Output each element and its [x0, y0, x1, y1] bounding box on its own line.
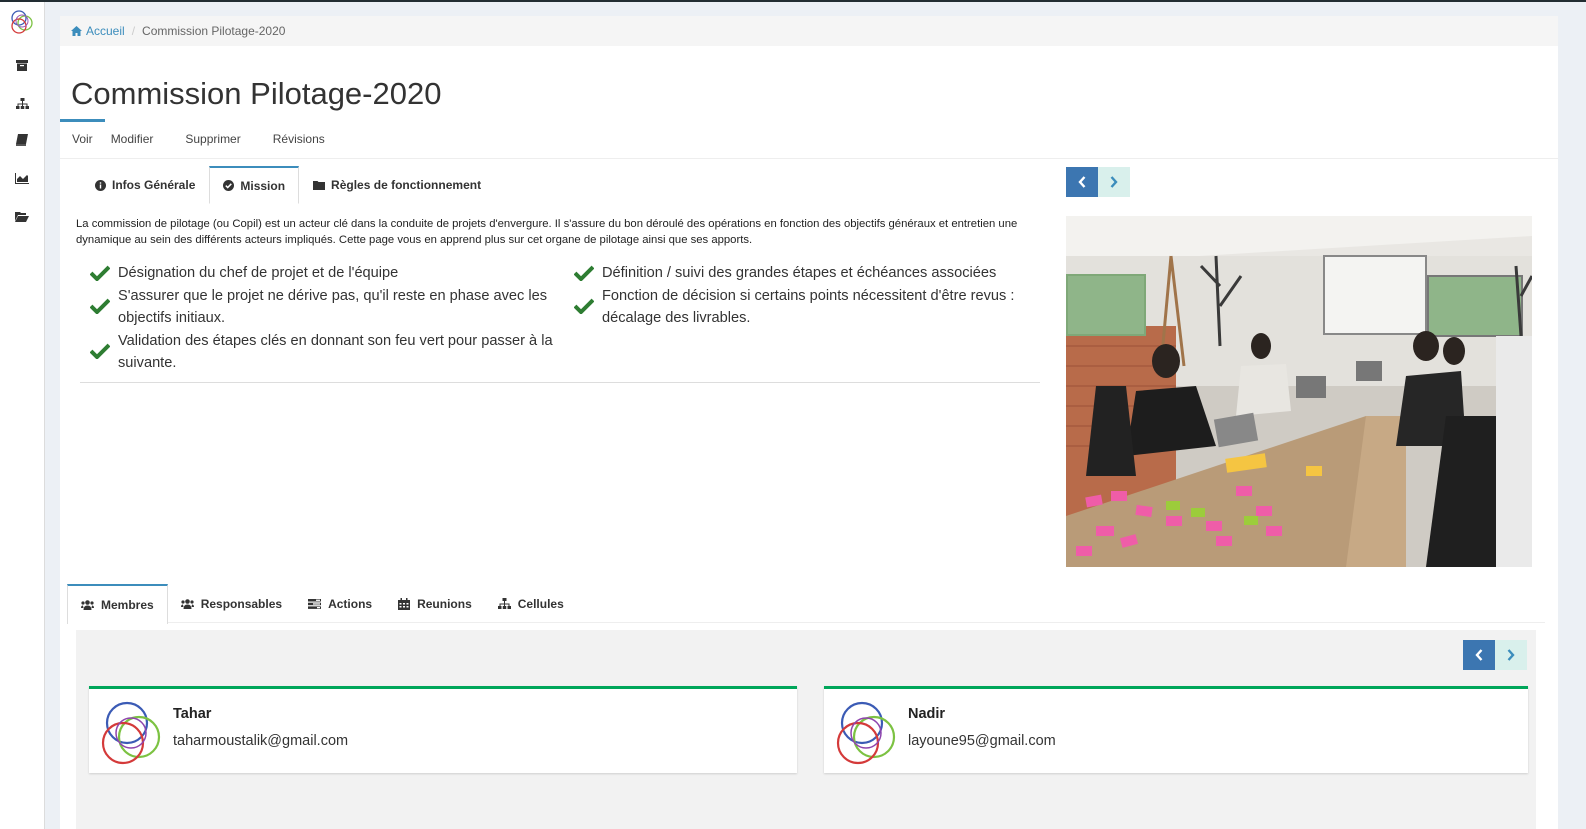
tab-infos-generale[interactable]: Infos Générale — [81, 166, 209, 204]
members-prev-button[interactable] — [1463, 640, 1495, 670]
users-icon — [81, 600, 94, 610]
tab-cellules[interactable]: Cellules — [485, 584, 577, 623]
member-card[interactable]: Tahar taharmoustalik@gmail.com — [89, 686, 797, 773]
tab-actions-label: Actions — [328, 596, 373, 611]
members-panel: Tahar taharmoustalik@gmail.com Nadir lay… — [76, 630, 1536, 829]
content-wrapper: Accueil / Commission Pilotage-2020 Commi… — [45, 2, 1586, 829]
breadcrumb: Accueil / Commission Pilotage-2020 — [60, 16, 1558, 46]
chevron-left-icon — [1475, 649, 1483, 661]
tab-mission[interactable]: Mission — [209, 166, 300, 204]
members-next-button[interactable] — [1495, 640, 1527, 670]
tab-regles-fonctionnement[interactable]: Règles de fonctionnement — [299, 166, 495, 204]
tab-responsables-label: Responsables — [200, 596, 283, 611]
avatar — [101, 701, 161, 765]
tab-voir[interactable]: Voir — [60, 119, 105, 159]
mission-item: Désignation du chef de projet et de l'éq… — [90, 262, 560, 285]
check-icon — [90, 262, 118, 281]
breadcrumb-separator: / — [131, 24, 136, 38]
tab-reunions[interactable]: Reunions — [385, 584, 485, 623]
info-circle-icon — [95, 179, 106, 191]
mission-item: Fonction de décision si certains points … — [574, 285, 1044, 330]
tab-cellules-label: Cellules — [517, 596, 564, 611]
mission-item: S'assurer que le projet ne dérive pas, q… — [90, 285, 560, 330]
check-icon — [574, 262, 602, 281]
tab-revisions[interactable]: Révisions — [257, 119, 339, 159]
tab-modifier[interactable]: Modifier — [105, 119, 170, 159]
page-title: Commission Pilotage-2020 — [71, 76, 442, 111]
mission-bullets: Désignation du chef de projet et de l'éq… — [80, 262, 1040, 383]
folder-open-icon[interactable] — [14, 209, 30, 223]
check-icon — [574, 285, 602, 314]
tab-supprimer[interactable]: Supprimer — [169, 119, 256, 159]
members-carousel-nav — [1463, 640, 1527, 670]
sitemap-icon — [497, 598, 511, 609]
member-card[interactable]: Nadir layoune95@gmail.com — [824, 686, 1528, 773]
photo-prev-button[interactable] — [1066, 167, 1098, 197]
photo-next-button[interactable] — [1098, 167, 1130, 197]
mission-item-text: Fonction de décision si certains points … — [602, 287, 1015, 327]
mission-item-text: Validation des étapes clés en donnant so… — [118, 332, 553, 372]
tab-membres[interactable]: Membres — [67, 584, 168, 624]
member-email: taharmoustalik@gmail.com — [173, 733, 349, 749]
mission-description: La commission de pilotage (ou Copil) est… — [76, 218, 1018, 246]
sitemap-icon[interactable] — [14, 96, 30, 110]
calendar-icon — [398, 597, 411, 610]
breadcrumb-home-label: Accueil — [86, 24, 125, 38]
breadcrumb-current: Commission Pilotage-2020 — [142, 24, 286, 38]
tab-responsables[interactable]: Responsables — [168, 584, 295, 623]
member-name: Nadir — [908, 706, 946, 722]
page-panel: Accueil / Commission Pilotage-2020 Commi… — [60, 16, 1558, 829]
folder-icon — [313, 181, 326, 190]
mission-bullets-left: Désignation du chef de projet et de l'éq… — [90, 262, 560, 375]
mission-item: Validation des étapes clés en donnant so… — [90, 330, 560, 375]
tab-reunions-label: Reunions — [417, 596, 472, 611]
sidebar — [0, 2, 45, 829]
mission-item-text: Désignation du chef de projet et de l'éq… — [118, 265, 399, 281]
tab-mission-label: Mission — [240, 178, 286, 193]
info-tabs: Infos Générale Mission Règles de fonctio… — [81, 166, 495, 204]
tab-membres-label: Membres — [101, 598, 154, 612]
tab-actions[interactable]: Actions — [295, 584, 385, 623]
bottom-tabs: Membres Responsables Actions Reunions Ce… — [67, 584, 1545, 624]
area-chart-icon[interactable] — [14, 171, 30, 185]
avatar — [836, 701, 896, 765]
mission-item-text: S'assurer que le projet ne dérive pas, q… — [118, 287, 548, 327]
chevron-right-icon — [1507, 649, 1515, 661]
primary-tabs: Voir Modifier Supprimer Révisions — [60, 119, 1558, 159]
tab-regles-label: Règles de fonctionnement — [331, 178, 482, 192]
tasks-icon — [308, 598, 322, 609]
archive-icon[interactable] — [14, 58, 30, 72]
breadcrumb-home-link[interactable]: Accueil — [71, 24, 125, 38]
mission-bullets-right: Définition / suivi des grandes étapes et… — [574, 262, 1044, 330]
mission-item: Définition / suivi des grandes étapes et… — [574, 262, 1044, 285]
check-icon — [90, 330, 118, 359]
member-name: Tahar — [173, 706, 212, 722]
chevron-left-icon — [1078, 176, 1086, 188]
meeting-photo — [1066, 216, 1532, 567]
app-logo[interactable] — [8, 8, 36, 36]
tab-infos-generale-label: Infos Générale — [112, 178, 196, 192]
book-icon[interactable] — [14, 133, 30, 147]
photo-carousel-nav — [1066, 167, 1130, 197]
member-email: layoune95@gmail.com — [908, 733, 1056, 749]
users-icon — [180, 598, 194, 609]
check-circle-icon — [223, 180, 235, 191]
home-icon — [71, 26, 82, 36]
check-icon — [90, 285, 118, 314]
mission-item-text: Définition / suivi des grandes étapes et… — [602, 265, 997, 281]
chevron-right-icon — [1110, 176, 1118, 188]
